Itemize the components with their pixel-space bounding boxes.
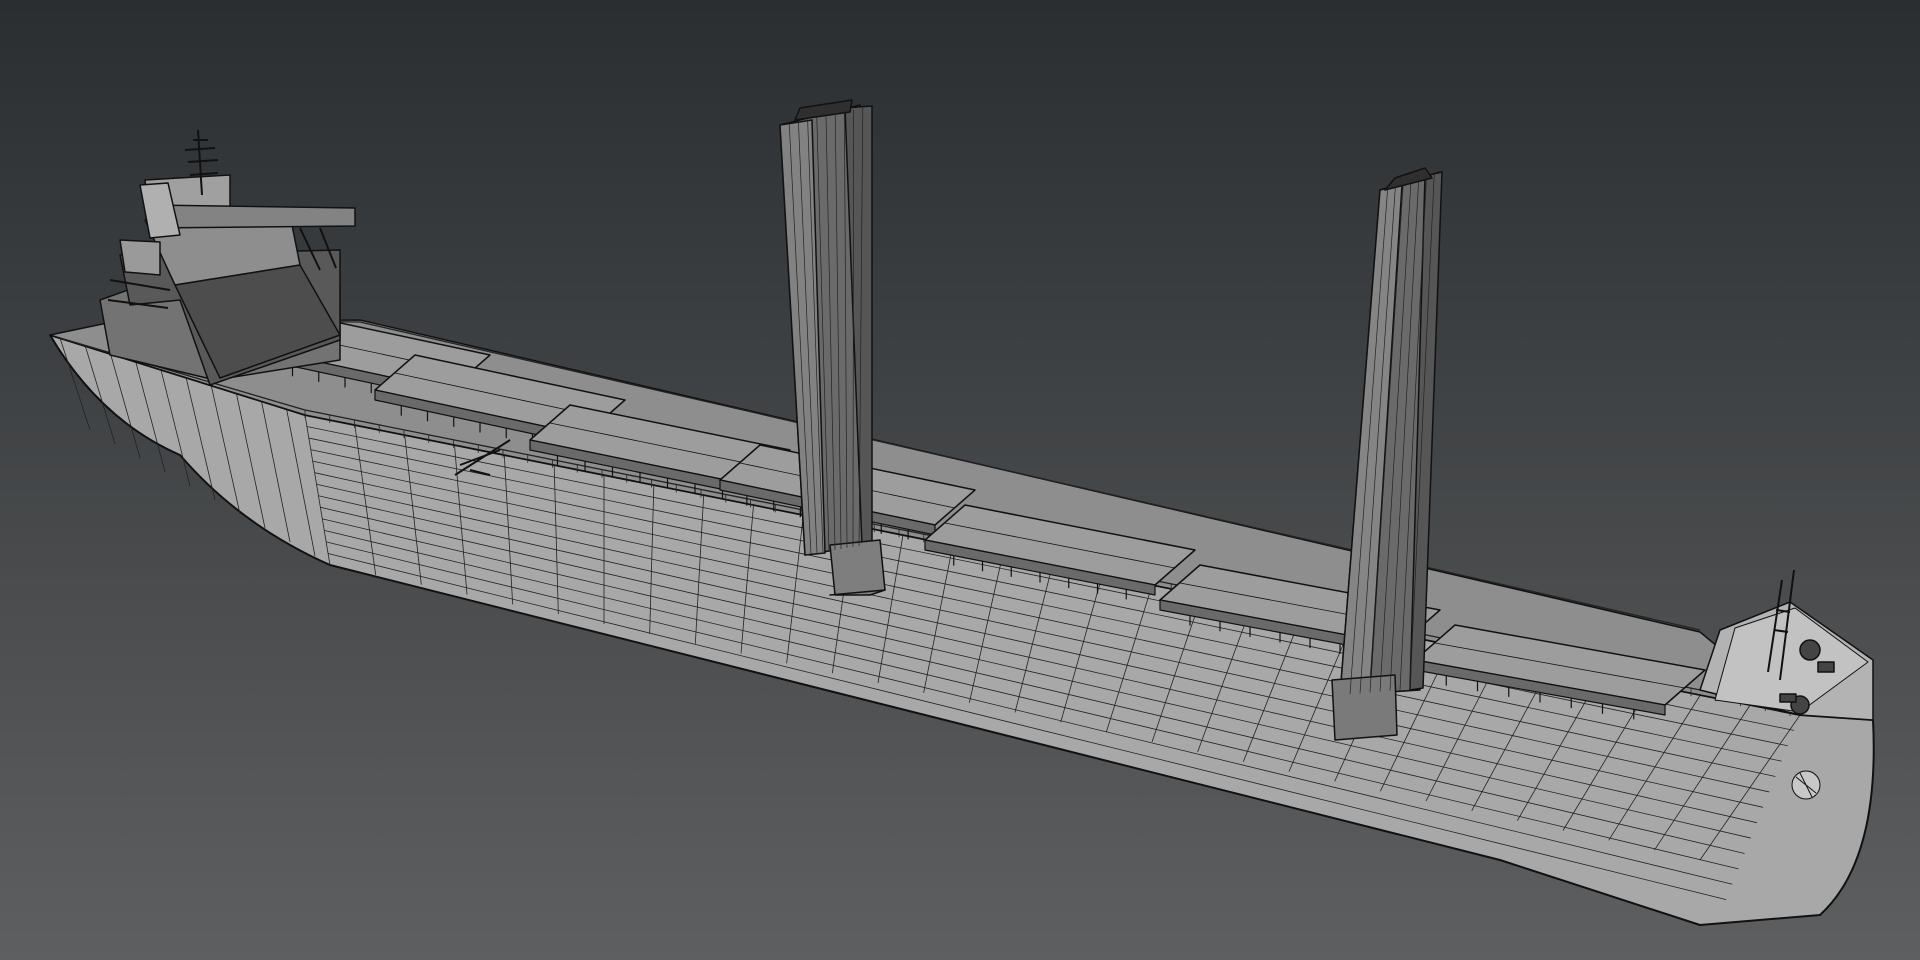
3d-viewport[interactable] [0,0,1920,960]
viewport-scene [0,0,1920,960]
hawse-pipe [1791,770,1821,800]
